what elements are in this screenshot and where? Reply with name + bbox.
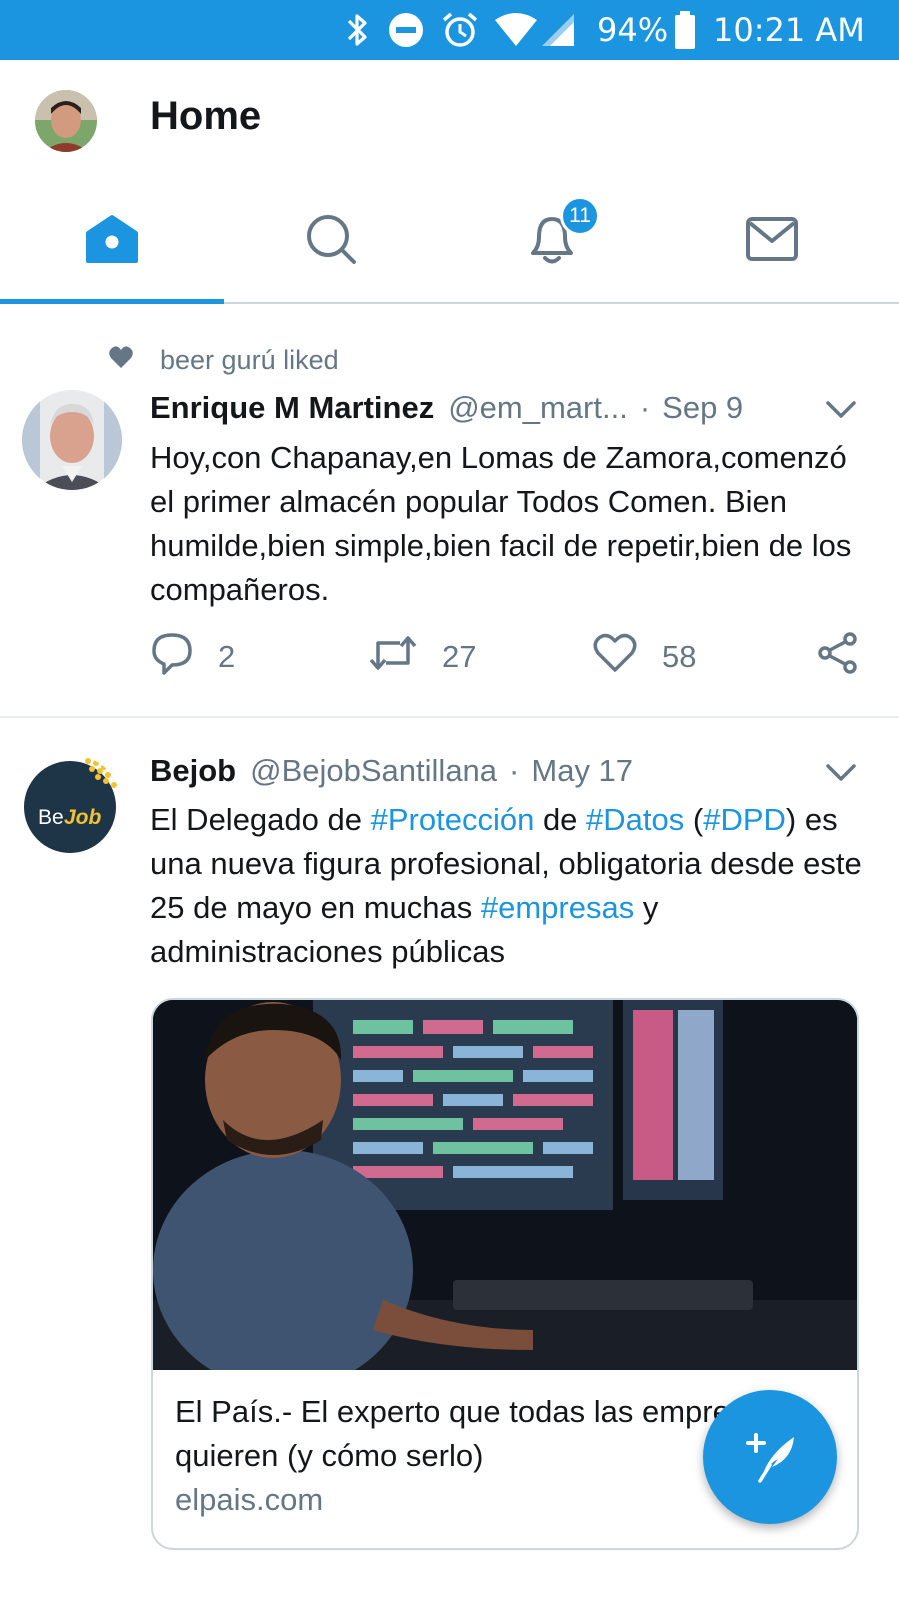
social-context: beer gurú liked (108, 340, 339, 380)
author-handle: @em_mart... (448, 390, 628, 425)
tab-search[interactable] (219, 180, 443, 302)
heart-filled-icon (108, 345, 134, 376)
clock: 10:21 AM (713, 11, 865, 49)
tweet-text: Hoy,con Chapanay,en Lomas de Zamora,come… (150, 440, 852, 607)
tweet-text: El Delegado de #Protección de #Datos (#D… (150, 798, 870, 974)
like-count: 58 (662, 639, 697, 674)
reply-button[interactable]: 2 (150, 632, 235, 682)
like-button[interactable]: 58 (592, 632, 696, 682)
compose-feather-icon (740, 1425, 800, 1490)
home-icon (84, 213, 140, 270)
bluetooth-icon (343, 0, 371, 60)
mail-icon (745, 215, 799, 268)
separator-dot: · (639, 390, 651, 425)
tab-bar: 11 (0, 180, 899, 304)
hashtag-link[interactable]: #empresas (481, 890, 634, 925)
app-header: Home (0, 60, 899, 180)
notification-badge: 11 (560, 196, 600, 236)
cellular-signal-icon (540, 0, 576, 60)
battery-percent: 94% (597, 11, 669, 49)
tweet-header: Enrique M Martinez @em_mart... · Sep 9 (150, 386, 743, 430)
author-name[interactable]: Bejob (150, 753, 236, 789)
card-image (153, 1000, 857, 1370)
tweet-actions: 2 27 58 (150, 632, 870, 682)
share-icon (816, 631, 860, 683)
tweet-header: Bejob @BejobSantillana · May 17 (150, 749, 633, 793)
tweet-avatar-bejob[interactable]: Be Job (22, 755, 122, 855)
share-button[interactable] (816, 632, 860, 682)
chevron-down-icon[interactable] (824, 755, 858, 789)
search-icon (304, 212, 358, 271)
author-name[interactable]: Enrique M Martinez (150, 390, 434, 426)
heart-icon (592, 632, 638, 682)
do-not-disturb-icon (388, 0, 424, 60)
tweet-avatar-enrique[interactable] (22, 390, 122, 490)
wifi-icon (493, 0, 539, 60)
text-segment: El Delegado de (150, 802, 371, 837)
chevron-down-icon[interactable] (824, 392, 858, 426)
hashtag-link[interactable]: #Protección (371, 802, 535, 837)
retweet-count: 27 (442, 639, 477, 674)
text-segment: de (534, 802, 587, 837)
compose-tweet-button[interactable] (703, 1390, 837, 1524)
tab-messages[interactable] (660, 180, 884, 302)
bejob-logo-job: Job (64, 806, 102, 829)
active-tab-indicator (0, 299, 224, 304)
tweet-time[interactable]: Sep 9 (662, 390, 743, 426)
reply-count: 2 (218, 639, 236, 674)
text-segment: ( (684, 802, 704, 837)
card-domain: elpais.com (175, 1482, 324, 1517)
profile-avatar[interactable] (35, 90, 97, 152)
page-title: Home (150, 94, 262, 138)
author-handle: @BejobSantillana (250, 753, 498, 788)
status-bar: 94% 10:21 AM (0, 0, 899, 60)
hashtag-link[interactable]: #DPD (703, 802, 786, 837)
reply-icon (150, 631, 194, 683)
separator-dot: · (509, 753, 520, 788)
tweet-time[interactable]: May 17 (531, 753, 633, 789)
battery-icon (673, 0, 697, 60)
tab-notifications[interactable] (440, 180, 664, 302)
tab-home[interactable] (0, 180, 224, 302)
alarm-icon (440, 0, 480, 60)
retweet-icon (368, 633, 418, 681)
hashtag-link[interactable]: #Datos (586, 802, 684, 837)
social-context-label: beer gurú liked (160, 344, 339, 375)
bejob-logo-be: Be (38, 806, 64, 829)
tweet-divider (0, 716, 899, 718)
retweet-button[interactable]: 27 (368, 632, 476, 682)
